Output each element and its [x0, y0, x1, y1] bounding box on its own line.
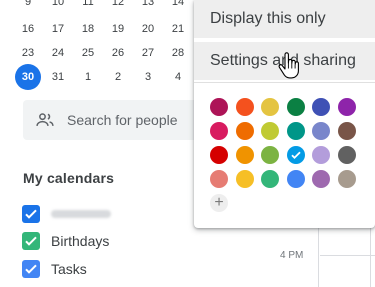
calendar-day[interactable]: 19 [104, 17, 132, 41]
checkmark-icon [25, 264, 37, 274]
calendar-day[interactable]: 23 [14, 41, 42, 65]
calendar-name: Tasks [51, 261, 87, 277]
calendar-week-row: 303112345 [14, 64, 211, 90]
color-swatch[interactable] [312, 98, 330, 116]
calendar-day[interactable]: 30 [15, 64, 41, 90]
calendar-name: Birthdays [51, 233, 110, 249]
color-swatch[interactable] [261, 146, 279, 164]
checkmark-icon [290, 151, 301, 159]
search-people-label: Search for people [67, 112, 178, 128]
color-swatch[interactable] [337, 170, 356, 188]
my-calendars-title[interactable]: My calendars [23, 170, 114, 186]
color-swatch[interactable] [210, 122, 228, 140]
calendar-checkbox[interactable] [22, 260, 40, 278]
color-swatch[interactable] [261, 122, 279, 140]
color-swatch[interactable] [235, 98, 254, 116]
calendar-day[interactable]: 17 [44, 17, 72, 41]
calendar-checkbox[interactable] [22, 232, 40, 250]
calendar-checkbox[interactable] [22, 205, 40, 223]
calendar-day[interactable]: 20 [134, 17, 162, 41]
color-swatch[interactable] [235, 146, 254, 164]
color-swatch[interactable] [312, 146, 330, 164]
calendar-day[interactable]: 9 [14, 0, 42, 14]
hand-cursor-icon [277, 52, 301, 80]
calendar-day[interactable]: 10 [44, 0, 72, 14]
calendar-day[interactable]: 3 [134, 65, 162, 89]
calendar-day[interactable]: 24 [44, 41, 72, 65]
add-custom-color-button[interactable]: + [210, 194, 228, 212]
color-swatch[interactable] [337, 98, 356, 116]
calendar-day[interactable]: 26 [104, 41, 132, 65]
people-icon [35, 110, 55, 130]
calendar-day[interactable]: 28 [164, 41, 192, 65]
obscured-calendar-name [51, 210, 111, 218]
calendar-day[interactable]: 1 [74, 65, 102, 89]
color-swatch[interactable] [286, 98, 305, 116]
color-swatch[interactable] [312, 122, 330, 140]
color-swatch[interactable] [210, 170, 228, 188]
color-swatch[interactable] [286, 122, 305, 140]
calendar-day[interactable]: 2 [104, 65, 132, 89]
calendar-day[interactable]: 31 [44, 65, 72, 89]
color-swatch[interactable] [312, 170, 330, 188]
time-label: 4 PM [280, 250, 304, 261]
calendar-day[interactable]: 12 [104, 0, 132, 14]
calendar-day[interactable]: 14 [164, 0, 192, 14]
hour-line [320, 255, 375, 256]
color-swatch[interactable] [286, 170, 305, 188]
search-people-input[interactable]: Search for people [23, 100, 213, 140]
calendar-day[interactable]: 11 [74, 0, 102, 14]
calendar-day[interactable]: 21 [164, 17, 192, 41]
calendar-day[interactable]: 16 [14, 17, 42, 41]
calendar-week-row: 16171819202122 [14, 17, 214, 41]
calendar-week-row: 9101112131415 [14, 0, 214, 14]
color-swatch[interactable] [286, 146, 305, 164]
color-swatch[interactable] [337, 146, 356, 164]
color-swatch[interactable] [235, 170, 254, 188]
display-this-only-item[interactable]: Display this only [194, 0, 375, 38]
color-swatch[interactable] [337, 122, 356, 140]
color-swatch[interactable] [210, 98, 228, 116]
checkmark-icon [25, 209, 37, 219]
calendar-day[interactable]: 13 [134, 0, 162, 14]
calendar-week-row: 23242526272829 [14, 41, 214, 65]
calendar-day[interactable]: 4 [164, 65, 192, 89]
calendar-day[interactable]: 27 [134, 41, 162, 65]
color-swatch[interactable] [235, 122, 254, 140]
checkmark-icon [25, 236, 37, 246]
calendar-day[interactable]: 25 [74, 41, 102, 65]
color-swatch[interactable] [261, 170, 279, 188]
calendar-day[interactable]: 18 [74, 17, 102, 41]
menu-divider [194, 82, 375, 83]
color-swatch[interactable] [210, 146, 228, 164]
color-swatch[interactable] [261, 98, 279, 116]
